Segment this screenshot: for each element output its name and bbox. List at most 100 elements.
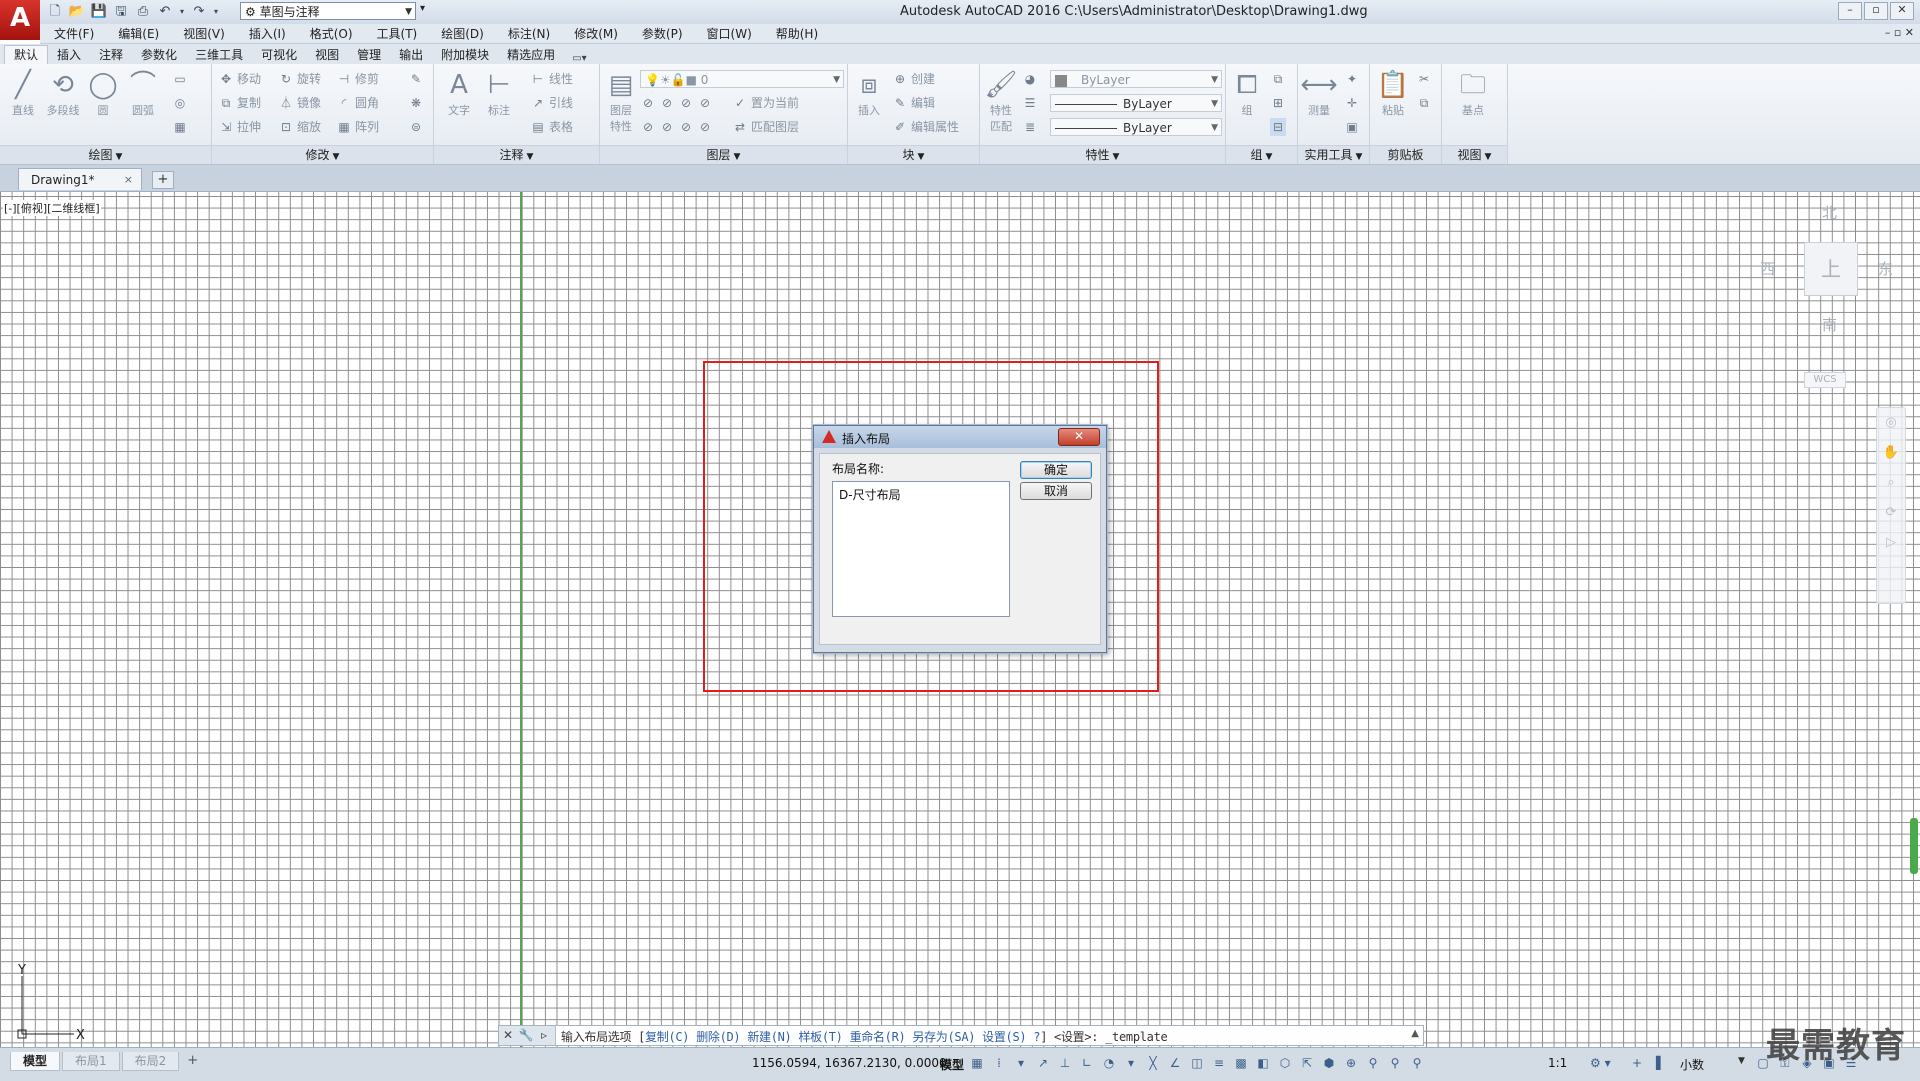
wcs-menu[interactable]: WCS [1804,372,1846,388]
scale-button[interactable]: ⊡ 缩放 [278,118,321,136]
circle-button[interactable]: ◯ 圆 [84,68,122,118]
application-menu-button[interactable]: A [0,0,40,40]
polar-icon[interactable]: ∟ [1080,1054,1094,1072]
tab-home[interactable]: 默认 [4,45,49,64]
panel-title-layers[interactable]: 图层 ▼ [600,145,847,164]
panel-title-block[interactable]: 块 ▼ [848,145,979,164]
trim-button[interactable]: ⊣ 修剪 [336,70,379,88]
base-point-button[interactable]: 🗀 基点 [1454,68,1492,118]
new-file-icon[interactable]: 🗋 [46,3,64,21]
layout-name-list[interactable]: D-尺寸布局 [832,481,1010,617]
print-icon[interactable]: ⎙ [134,3,152,21]
tab-parametric[interactable]: 参数化 [132,46,186,64]
workspace-switch-icon[interactable]: ⚙ ▾ [1590,1056,1611,1070]
wrench-icon[interactable]: 🔧 [517,1026,535,1045]
osnap-tracking-icon[interactable]: ◔ [1102,1054,1116,1072]
lineweight-icon[interactable]: ≣ [1022,118,1041,136]
option-saveas[interactable]: 另存为(SA) [912,1030,975,1044]
snap-icon[interactable]: ⁞ [992,1054,1006,1072]
viewcube-north[interactable]: 北 [1822,202,1837,223]
option-new[interactable]: 新建(N) [747,1030,791,1044]
prompt-icon[interactable]: ▹ [535,1026,553,1045]
linetype-icon[interactable]: ☰ [1022,94,1041,112]
menu-help[interactable]: 帮助(H) [776,25,818,42]
option-rename[interactable]: 重命名(R) [850,1030,906,1044]
rotate-button[interactable]: ↻ 旋转 [278,70,321,88]
panel-title-clipboard[interactable]: 剪贴板 [1370,145,1441,164]
dialog-close-button[interactable]: ✕ [1058,428,1100,446]
menu-window[interactable]: 窗口(W) [707,25,752,42]
ungroup-icon[interactable]: ⧉ [1270,70,1289,88]
menu-format[interactable]: 格式(O) [310,25,353,42]
cancel-button[interactable]: 取消 [1020,482,1092,500]
coordinate-readout[interactable]: 1156.0594, 16367.2130, 0.0000 [752,1056,947,1070]
hatch-button[interactable]: ◎ [172,94,191,112]
plus-icon[interactable]: + [1632,1056,1642,1070]
table-button[interactable]: ▤ 表格 [530,118,573,136]
dynamic-ucs-icon[interactable]: ⇱ [1300,1054,1314,1072]
command-line[interactable]: ✕ 🔧 ▹ 输入布局选项 [复制(C) 删除(D) 新建(N) 样板(T) 重命名(… [498,1025,1424,1046]
viewcube-south[interactable]: 南 [1822,314,1837,335]
tab-addins[interactable]: 附加模块 [432,46,498,64]
edit-block-button[interactable]: ✎ 编辑 [892,94,935,112]
ribbon-minimize-icon[interactable]: ▭▾ [564,53,594,64]
undo-dropdown-icon[interactable]: ▾ [178,3,186,21]
workspace-select[interactable]: ⚙ 草图与注释 ▼ [240,2,416,20]
viewcube-west[interactable]: 西 [1760,258,1775,279]
measure-button[interactable]: ⟷ 测量 [1300,68,1338,118]
add-layout-button[interactable]: + [181,1052,204,1070]
layer-tools-row2[interactable]: ⊘ ⊘ ⊘ ⊘ [640,118,716,136]
close-command-icon[interactable]: ✕ [499,1026,517,1045]
menu-tools[interactable]: 工具(T) [377,25,418,42]
viewcube-top-face[interactable]: 上 [1804,242,1858,296]
auto-scale-icon[interactable]: ⚲ [1388,1054,1402,1072]
tab-layout2[interactable]: 布局2 [121,1052,180,1071]
match-properties-button[interactable]: 🖌 特性 匹配 [982,68,1020,134]
option-template[interactable]: 样板(T) [798,1030,842,1044]
dynamic-input-icon[interactable]: ↗ [1036,1054,1050,1072]
undo-icon[interactable]: ↶ [156,3,174,21]
panel-title-properties[interactable]: 特性 ▼ [980,145,1225,164]
dialog-title-bar[interactable]: 插入布局 ✕ [814,426,1106,448]
option-copy[interactable]: 复制(C) [645,1030,689,1044]
point-icon[interactable]: ✛ [1344,94,1363,112]
group-edit-icon[interactable]: ⊞ [1270,94,1289,112]
arc-button[interactable]: ⌒ 圆弧 [124,68,162,118]
paste-button[interactable]: 📋 粘贴 [1374,68,1412,118]
annotation-visibility-icon[interactable]: ⚲ [1366,1054,1380,1072]
transparency-icon[interactable]: ▩ [1234,1054,1248,1072]
array-button[interactable]: ▦ 阵列 [336,118,379,136]
panel-title-annotation[interactable]: 注释 ▼ [434,145,599,164]
tab-featured-apps[interactable]: 精选应用 [498,46,564,64]
isolate-icon[interactable]: ▌ [1656,1056,1665,1070]
tab-insert[interactable]: 插入 [48,46,90,64]
explode-button[interactable]: ❋ [408,94,427,112]
match-layer-button[interactable]: ⇄ 匹配图层 [732,118,799,136]
dimension-button[interactable]: ⊢ 标注 [480,68,518,118]
minimize-button[interactable]: – [1838,2,1862,20]
quick-select-icon[interactable]: ✦ [1344,70,1363,88]
tab-output[interactable]: 输出 [390,46,432,64]
menu-modify[interactable]: 修改(M) [574,25,618,42]
group-button[interactable]: ⧠ 组 [1228,68,1266,118]
3d-osnap-icon[interactable]: ⬡ [1278,1054,1292,1072]
insert-block-button[interactable]: ⧈ 插入 [850,68,888,118]
color-select[interactable]: ByLayer ▼ [1050,70,1222,88]
copy-button[interactable]: ⧉ 复制 [218,94,261,112]
tab-manage[interactable]: 管理 [348,46,390,64]
grid-icon[interactable]: ▦ [970,1054,984,1072]
new-tab-button[interactable]: + [152,171,174,189]
steering-wheel-icon[interactable]: ◎ [1877,408,1905,438]
document-window-controls[interactable]: – ▫ ✕ [1885,26,1914,39]
layer-properties-button[interactable]: ▤ 图层 特性 [602,68,640,134]
set-current-button[interactable]: ✓ 置为当前 [732,94,799,112]
pan-icon[interactable]: ✋ [1877,438,1905,468]
calculator-icon[interactable]: ▣ [1344,118,1363,136]
qat-customize-icon[interactable]: ▾ [420,3,425,14]
region-button[interactable]: ▦ [172,118,191,136]
panel-title-utilities[interactable]: 实用工具 ▼ [1298,145,1369,164]
offset-button[interactable]: ⊜ [408,118,427,136]
close-tab-icon[interactable]: × [124,169,133,191]
ortho-icon[interactable]: ⊥ [1058,1054,1072,1072]
isodraft-icon[interactable]: ▾ [1124,1054,1138,1072]
